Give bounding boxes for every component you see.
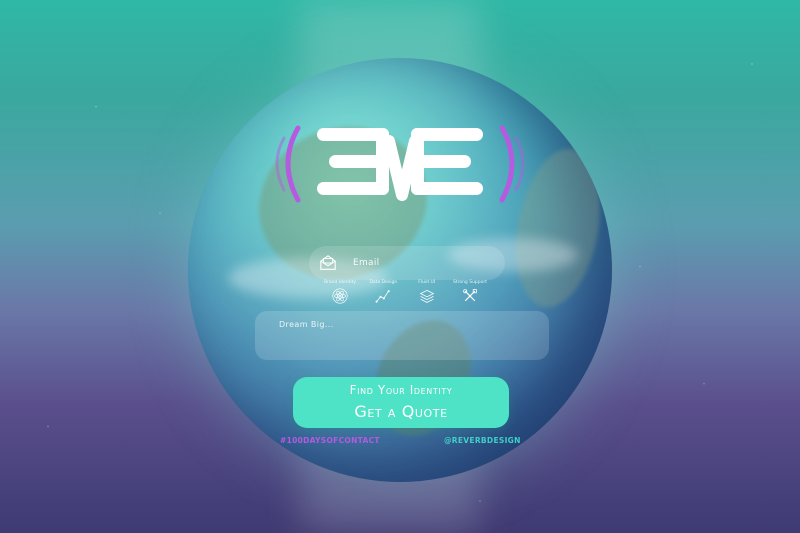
line-chart-icon [375,290,390,303]
cta-title: Get a Quote [354,402,448,421]
message-field[interactable]: Dream Big... [255,311,549,360]
hashtag-link[interactable]: #100DAYSOFCONTACT [280,436,380,445]
feature-brand-identity[interactable]: Brand Identity [320,279,360,307]
eve-logo-mark [275,125,525,203]
feature-fluid-ui[interactable]: Fluid UI [407,279,447,307]
envelope-icon [320,255,336,270]
feature-label: Fluid UI [418,280,436,285]
atom-icon [332,288,348,304]
feature-label: Brand Identity [323,280,357,285]
cta-subtitle: Find Your Identity [349,383,453,397]
feature-list: Brand Identity Data Design Fluid UI Stro… [320,279,490,307]
feature-strong-support[interactable]: Strong Support [450,279,490,307]
get-quote-button[interactable]: Find Your Identity Get a Quote [293,377,509,428]
layers-icon [419,289,434,303]
feature-data-design[interactable]: Data Design [363,279,403,307]
email-label: Email [353,258,380,268]
feature-label: Strong Support [452,280,488,285]
feature-label: Data Design [369,280,398,285]
eve-logo [270,108,530,218]
message-placeholder: Dream Big... [279,320,334,329]
tools-icon [463,289,477,302]
handle-link[interactable]: @REVERBDESIGN [444,436,521,445]
email-field[interactable]: Email [309,246,505,280]
